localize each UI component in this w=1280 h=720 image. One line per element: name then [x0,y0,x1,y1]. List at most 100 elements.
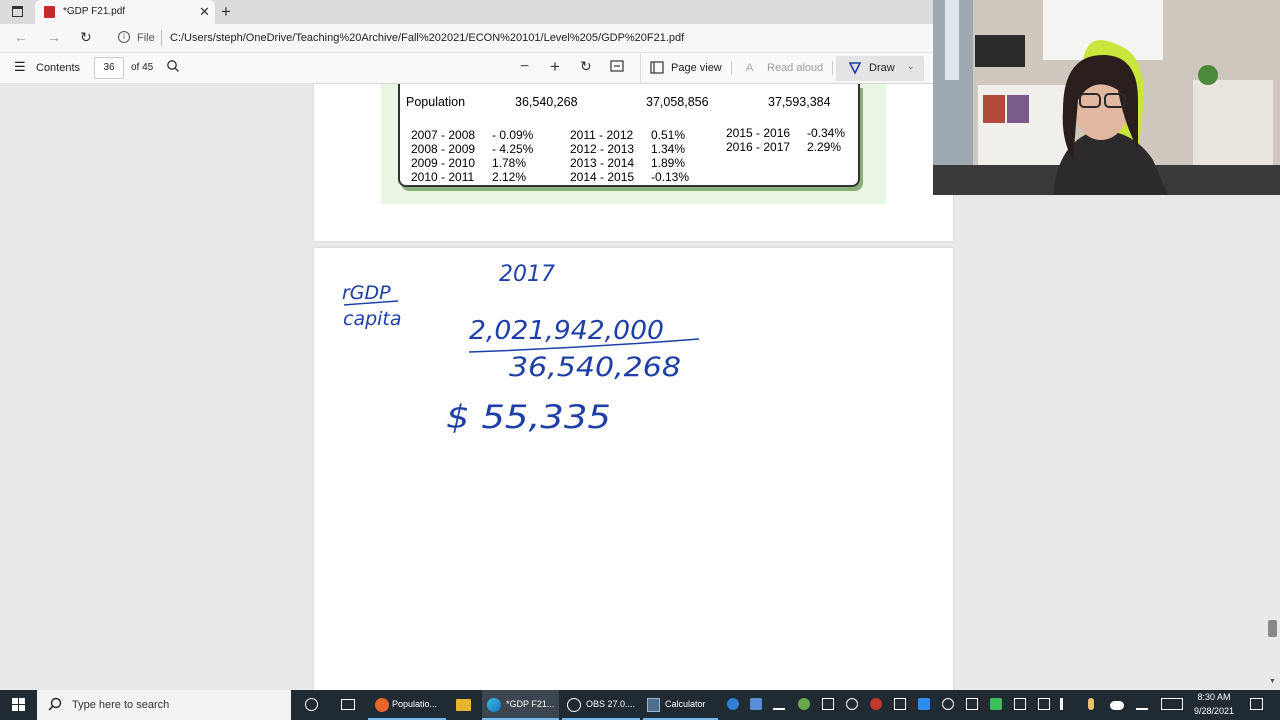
help-icon[interactable] [727,698,739,710]
forward-icon[interactable]: → [47,29,61,45]
growth-period: 2012 - 2013 [570,142,635,156]
taskbar-app-label: *GDP F21... [506,699,555,709]
page-view-button[interactable]: Page view [671,62,722,74]
tray-app-icon[interactable] [990,698,1002,710]
growth-rate: -0.34% [807,126,846,140]
taskbar-app-label: Populatio... [392,699,438,709]
read-aloud-button[interactable]: Read aloud [767,62,823,74]
growth-rate: 1.34% [651,142,686,156]
scroll-down-icon[interactable]: ▼ [1269,678,1276,685]
tray-app-icon[interactable] [822,698,834,710]
growth-period: 2007 - 2008 [411,128,476,142]
population-table: Population 36,540,268 37,058,856 37,593,… [398,84,860,187]
clock-date[interactable]: 9/28/2021 [1192,706,1236,716]
growth-period: 2015 - 2016 [726,126,791,140]
divider [161,30,162,46]
growth-rate: 1.78% [492,156,527,170]
obs-icon [567,698,581,712]
windows-start-icon[interactable] [12,698,25,714]
chevron-down-icon[interactable]: ⌄ [907,61,915,72]
rotate-icon[interactable]: ↻ [580,58,592,75]
onedrive-icon[interactable] [1110,701,1124,710]
zoom-in-icon[interactable]: + [550,57,560,77]
pdf-icon [44,6,55,18]
taskbar: Type here to search Populatio... *GDP F2… [0,690,1280,720]
taskbar-app-edge[interactable]: *GDP F21... [482,690,559,720]
notifications-icon[interactable] [1250,698,1263,710]
divider [640,53,641,84]
taskbar-app-calculator[interactable]: Calculator [643,690,718,720]
tray-app-icon[interactable] [870,698,882,710]
growth-period: 2014 - 2015 [570,170,635,184]
calculator-icon [647,698,660,712]
webcam-overlay [933,0,1280,195]
handwritten-year: 2017 [499,262,555,287]
contents-list-icon[interactable]: ☰ [14,59,26,75]
tray-app-icon[interactable] [942,698,954,710]
growth-period: 2011 - 2012 [570,128,634,142]
page-number-input[interactable]: 36 [94,57,124,79]
search-icon[interactable] [166,59,180,76]
zoom-out-icon[interactable]: − [520,58,529,76]
pen-menu-icon[interactable] [1136,698,1148,710]
population-value: 37,593,384 [768,95,831,109]
ink-layer[interactable]: rGDP capita 2017 2,021,942,000 36,540,26… [314,248,953,690]
browser-titlebar: *GDP F21.pdf ✕ + [0,0,933,24]
growth-rate: 0.51% [651,128,686,142]
pdf-page-36[interactable]: rGDP capita 2017 2,021,942,000 36,540,26… [314,248,953,690]
volume-icon[interactable] [1060,698,1072,710]
growth-period: 2010 - 2011 [411,170,475,184]
tray-app-icon[interactable] [846,698,858,710]
handwritten-numerator: 2,021,942,000 [469,316,664,346]
growth-period: 2009 - 2010 [411,156,476,170]
bluetooth-icon[interactable] [918,698,930,710]
divider [731,61,732,75]
taskbar-app-label: OBS 27.0.... [586,699,636,709]
cortana-icon[interactable] [305,698,318,711]
battery-icon[interactable] [1088,698,1094,710]
snip-icon[interactable] [750,698,762,710]
contents-button[interactable]: Contents [36,62,80,74]
handwritten-denominator: 36,540,268 [509,352,681,383]
keyboard-icon[interactable] [1161,698,1183,710]
info-icon[interactable]: i [118,31,130,43]
tray-app-icon[interactable] [1014,698,1026,710]
growth-period: 2016 - 2017 [726,140,791,154]
growth-rate: -0.13% [651,170,690,184]
network-icon[interactable] [1038,698,1050,710]
scrollbar-thumb[interactable] [1268,620,1277,637]
draw-icon [848,61,862,78]
tray-app-icon[interactable] [894,698,906,710]
webcam-image [933,0,1280,195]
growth-rate: 2.29% [807,140,842,154]
back-icon[interactable]: ← [14,29,28,45]
taskbar-search-input[interactable]: Type here to search [37,690,291,720]
firefox-icon [375,698,389,712]
page-view-icon [650,61,664,77]
clock-time[interactable]: 8:30 AM [1192,692,1236,702]
edge-icon [487,698,501,712]
taskbar-app-obs[interactable]: OBS 27.0.... [562,690,640,720]
url-field[interactable]: C:/Users/steph/OneDrive/Teaching%20Archi… [170,32,684,44]
nvidia-icon[interactable] [798,698,810,710]
file-explorer-icon[interactable] [456,699,471,711]
task-view-icon[interactable] [341,699,355,710]
window-menu-icon[interactable] [12,6,23,17]
search-placeholder: Type here to search [72,699,170,711]
pdf-page-35: Population 36,540,268 37,058,856 37,593,… [314,84,953,241]
growth-rate: 1.89% [651,156,686,170]
growth-rate: - 0.09% [492,128,534,142]
tab-gdp-pdf[interactable]: *GDP F21.pdf ✕ [35,0,215,24]
tab-title: *GDP F21.pdf [63,6,126,17]
read-aloud-icon: A [746,62,754,74]
tray-app-icon[interactable] [966,698,978,710]
pen-icon[interactable] [773,698,785,710]
handwritten-result: $ 55,335 [446,398,611,436]
taskbar-app-firefox[interactable]: Populatio... [368,690,446,720]
close-tab-icon[interactable]: ✕ [199,4,210,20]
taskbar-app-label: Calculator [665,699,706,709]
fit-page-icon[interactable] [610,60,624,75]
new-tab-icon[interactable]: + [221,2,231,22]
refresh-icon[interactable]: ↻ [80,29,92,46]
draw-button[interactable]: Draw ⌄ [836,56,924,81]
